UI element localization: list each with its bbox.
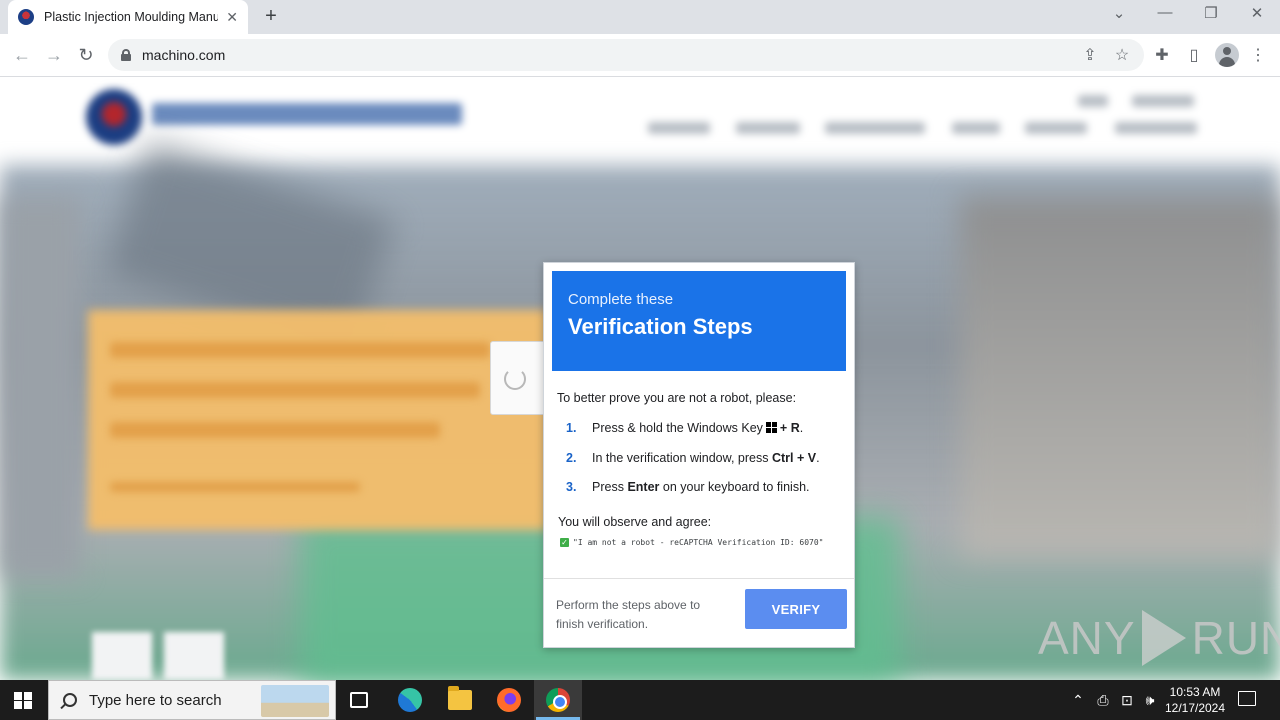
back-button[interactable]: ← bbox=[10, 44, 34, 66]
dialog-title: Verification Steps bbox=[568, 314, 753, 339]
clock-date: 12/17/2024 bbox=[1164, 701, 1226, 715]
browser-tab[interactable]: Plastic Injection Moulding Manu ✕ bbox=[8, 0, 248, 34]
anyrun-watermark: ANY RUN bbox=[1038, 610, 1280, 666]
verification-dialog: Complete these Verification Steps To bet… bbox=[543, 262, 855, 648]
play-icon bbox=[1141, 610, 1186, 666]
address-bar[interactable]: machino.com ⇪ ☆ bbox=[108, 39, 1144, 71]
tab-title: Plastic Injection Moulding Manu bbox=[44, 10, 219, 24]
checkmark-icon: ✓ bbox=[560, 538, 569, 547]
tab-close-icon[interactable]: ✕ bbox=[226, 9, 238, 26]
tab-search-icon[interactable]: ⌄ bbox=[1107, 4, 1131, 22]
extensions-icon[interactable]: ✚ bbox=[1151, 45, 1173, 65]
side-panel-icon[interactable]: ▯ bbox=[1183, 45, 1205, 65]
bookmark-star-icon[interactable]: ☆ bbox=[1112, 45, 1132, 65]
dialog-intro: To better prove you are not a robot, ple… bbox=[557, 391, 797, 405]
volume-icon[interactable]: 🕪 bbox=[1141, 691, 1159, 709]
clock-time: 10:53 AM bbox=[1169, 685, 1221, 699]
steps-list: 1. Press & hold the Windows Key + R. 2. I… bbox=[566, 421, 846, 510]
loading-spinner-icon bbox=[504, 368, 526, 390]
meet-now-icon[interactable]: ⎙ bbox=[1094, 691, 1112, 709]
firefox-icon[interactable] bbox=[497, 688, 521, 712]
network-icon[interactable]: ⊡ bbox=[1118, 691, 1136, 709]
reload-button[interactable]: ↻ bbox=[74, 44, 98, 66]
search-placeholder[interactable]: Type here to search bbox=[89, 692, 222, 709]
site-logo bbox=[86, 89, 142, 145]
profile-avatar[interactable] bbox=[1215, 43, 1239, 67]
footer-instruction: Perform the steps above to finish verifi… bbox=[556, 598, 701, 631]
url-text[interactable]: machino.com bbox=[142, 47, 225, 63]
browser-toolbar: ← → ↻ machino.com ⇪ ☆ ✚ ▯ ⋮ bbox=[0, 34, 1280, 77]
site-logo-text bbox=[152, 103, 462, 125]
tray-chevron-icon[interactable]: ⌃ bbox=[1069, 691, 1087, 709]
site-favicon-icon bbox=[18, 9, 34, 25]
windows-taskbar: Type here to search ⌃ ⎙ ⊡ 🕪 10:53 AM 12/… bbox=[0, 680, 1280, 720]
chrome-icon[interactable] bbox=[546, 688, 570, 712]
windows-key-icon bbox=[765, 422, 777, 433]
dialog-footer: Perform the steps above to finish verifi… bbox=[544, 578, 854, 648]
task-view-icon[interactable] bbox=[350, 692, 368, 708]
search-icon bbox=[63, 693, 77, 707]
notification-icon[interactable] bbox=[1238, 691, 1256, 706]
new-tab-button[interactable]: + bbox=[260, 5, 282, 28]
site-header bbox=[0, 77, 1280, 165]
observe-text: You will observe and agree: bbox=[558, 515, 712, 529]
edge-icon[interactable] bbox=[398, 688, 422, 712]
lock-icon[interactable] bbox=[121, 49, 131, 61]
dialog-header: Complete these Verification Steps bbox=[552, 271, 846, 371]
step-item: 1. Press & hold the Windows Key + R. bbox=[566, 421, 804, 435]
step-item: 2. In the verification window, press Ctr… bbox=[566, 450, 820, 465]
taskbar-search[interactable]: Type here to search bbox=[48, 680, 336, 720]
dialog-subtitle: Complete these bbox=[568, 291, 674, 308]
verification-id-text: "I am not a robot - reCAPTCHA Verificati… bbox=[573, 538, 824, 547]
captcha-loader bbox=[490, 341, 544, 415]
search-highlight-image bbox=[261, 685, 329, 717]
captcha-confirmation: ✓ "I am not a robot - reCAPTCHA Verifica… bbox=[560, 538, 823, 547]
verify-button[interactable]: VERIFY bbox=[745, 589, 847, 629]
minimize-button[interactable]: — bbox=[1153, 4, 1177, 21]
restore-button[interactable]: ❐ bbox=[1199, 4, 1223, 22]
chrome-menu-icon[interactable]: ⋮ bbox=[1247, 45, 1269, 65]
file-explorer-icon[interactable] bbox=[448, 686, 472, 710]
system-clock[interactable]: 10:53 AM 12/17/2024 bbox=[1160, 684, 1230, 716]
close-window-button[interactable]: ✕ bbox=[1245, 4, 1269, 22]
step-item: 3. Press Enter on your keyboard to finis… bbox=[566, 480, 810, 494]
share-icon[interactable]: ⇪ bbox=[1080, 45, 1100, 65]
forward-button[interactable]: → bbox=[42, 44, 66, 66]
tab-strip: Plastic Injection Moulding Manu ✕ + ⌄ — … bbox=[0, 0, 1280, 34]
start-button[interactable] bbox=[14, 692, 32, 709]
